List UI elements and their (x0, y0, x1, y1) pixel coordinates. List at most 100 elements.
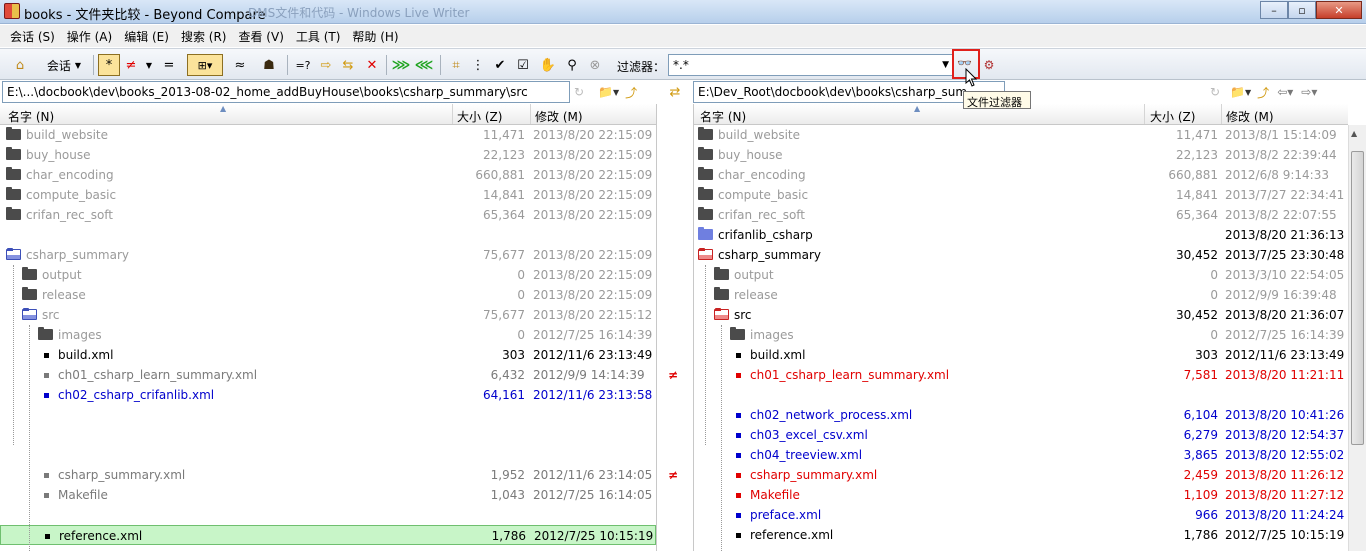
filter-options-icon[interactable]: ⚙ (980, 54, 998, 76)
file-row[interactable]: src 30,452 2013/8/20 21:36:07 (694, 305, 1348, 325)
refresh-icon[interactable]: ↻ (1210, 85, 1220, 99)
menu-view[interactable]: 查看 (V) (232, 28, 289, 45)
show-diffs-icon[interactable]: ≠ (122, 54, 140, 76)
sync-right-icon[interactable]: ⋙ (390, 54, 412, 76)
file-row[interactable]: char_encoding 660,881 2013/8/20 22:15:09 (0, 165, 656, 185)
file-row[interactable]: buy_house 22,123 2013/8/20 22:15:09 (0, 145, 656, 165)
chevron-down-icon[interactable]: ▼ (1245, 88, 1251, 97)
file-row[interactable]: compute_basic 14,841 2013/7/27 22:34:41 (694, 185, 1348, 205)
file-row[interactable]: crifan_rec_soft 65,364 2013/8/20 22:15:09 (0, 205, 656, 225)
file-row[interactable]: csharp_summary 30,452 2013/7/25 23:30:48 (694, 245, 1348, 265)
file-row[interactable]: images 0 2012/7/25 16:14:39 (694, 325, 1348, 345)
binoculars-icon[interactable]: ⚲ (562, 54, 582, 76)
person-icon[interactable]: ☗ (257, 54, 281, 76)
file-row[interactable]: Makefile 1,109 2013/8/20 11:27:12 (694, 485, 1348, 505)
list-tree-icon[interactable]: ⋮ (468, 54, 488, 76)
file-row[interactable]: output 0 2013/3/10 22:54:05 (694, 265, 1348, 285)
file-row[interactable]: ch03_excel_csv.xml 6,279 2013/8/20 12:54:3… (694, 425, 1348, 445)
size-column-header[interactable]: 大小 (Z) (457, 108, 502, 125)
home-icon[interactable]: ⌂ (9, 54, 31, 76)
sessions-button[interactable]: 会话 ▼ (38, 54, 90, 76)
file-row[interactable]: release 0 2012/9/9 16:39:48 (694, 285, 1348, 305)
file-row[interactable]: ch02_network_process.xml 6,104 2013/8/20 1… (694, 405, 1348, 425)
minor-diff-icon[interactable]: ≈ (229, 54, 251, 76)
parent-folder-icon[interactable]: ⤴ (1257, 84, 1269, 101)
menu-help[interactable]: 帮助 (H) (346, 28, 404, 45)
menu-edit[interactable]: 编辑 (E) (118, 28, 175, 45)
folder-tree-icon[interactable]: ⌗ (446, 54, 466, 76)
name-column-header[interactable]: 名字 (N) (700, 108, 746, 125)
file-row[interactable]: images 0 2012/7/25 16:14:39 (0, 325, 656, 345)
file-row[interactable]: ch01_csharp_learn_summary.xml 7,581 2013/8… (694, 365, 1348, 385)
filter-input[interactable]: *.* ▼ (668, 54, 953, 76)
file-icon (44, 373, 49, 378)
left-file-pane[interactable]: build_website 11,471 2013/8/20 22:15:09 buy… (0, 125, 656, 551)
file-row[interactable]: build_website 11,471 2013/8/20 22:15:09 (0, 125, 656, 145)
menu-tools[interactable]: 工具 (T) (290, 28, 347, 45)
column-divider[interactable] (1144, 104, 1145, 124)
file-row[interactable]: compute_basic 14,841 2013/8/20 22:15:09 (0, 185, 656, 205)
file-row[interactable]: reference.xml 1,786 2012/7/25 10:15:19 (0, 525, 656, 545)
left-path-input[interactable]: E:\...\docbook\dev\books_2013-08-02_home… (2, 81, 570, 103)
file-row[interactable]: buy_house 22,123 2013/8/2 22:39:44 (694, 145, 1348, 165)
file-row[interactable]: output 0 2013/8/20 22:15:09 (0, 265, 656, 285)
file-row[interactable]: build_website 11,471 2013/8/1 15:14:09 (694, 125, 1348, 145)
parent-folder-icon[interactable]: ⤴ (625, 84, 637, 101)
compare-icon[interactable]: =? (291, 54, 315, 76)
refresh-icon[interactable]: ↻ (574, 85, 584, 99)
column-divider[interactable] (452, 104, 453, 124)
file-row[interactable]: release 0 2013/8/20 22:15:09 (0, 285, 656, 305)
copy-right-icon[interactable]: ⇨ (317, 54, 335, 76)
menu-search[interactable]: 搜索 (R) (175, 28, 233, 45)
chevron-down-icon[interactable]: ▼ (142, 54, 156, 76)
file-row[interactable]: reference.xml 1,786 2012/7/25 10:15:19 (694, 525, 1348, 545)
file-row[interactable]: Makefile 1,043 2012/7/25 16:14:05 (0, 485, 656, 505)
menu-session[interactable]: 会话 (S) (4, 28, 61, 45)
file-row[interactable]: ch01_csharp_learn_summary.xml 6,432 2012/9… (0, 365, 656, 385)
file-row[interactable]: crifan_rec_soft 65,364 2013/8/2 22:07:55 (694, 205, 1348, 225)
scrollbar-thumb[interactable] (1351, 151, 1364, 445)
close-button[interactable]: ✕ (1316, 1, 1362, 19)
size-column-header[interactable]: 大小 (Z) (1150, 108, 1195, 125)
forward-icon[interactable]: ⇨▾ (1301, 85, 1317, 99)
back-icon[interactable]: ⇦▾ (1277, 85, 1293, 99)
swap-sides-icon[interactable]: ⇄ (664, 83, 686, 101)
stop-icon[interactable]: ⊗ (585, 54, 605, 76)
file-row[interactable]: csharp_summary.xml 1,952 2012/11/6 23:14:0… (0, 465, 656, 485)
expand-folders-icon[interactable]: ⊞▾ (187, 54, 223, 76)
date-column-header[interactable]: 修改 (M) (1226, 108, 1274, 125)
show-same-icon[interactable]: = (158, 54, 180, 76)
delete-icon[interactable]: ✕ (362, 54, 382, 76)
maximize-button[interactable]: ▫ (1288, 1, 1316, 19)
sync-left-icon[interactable]: ⋘ (413, 54, 435, 76)
column-divider[interactable] (530, 104, 531, 124)
minimize-button[interactable]: – (1260, 1, 1288, 19)
checklist-icon[interactable]: ☑ (513, 54, 533, 76)
folder-browse-icon[interactable]: 📁 (598, 85, 613, 99)
swap-icon[interactable]: ⇆ (338, 54, 358, 76)
right-file-pane[interactable]: build_website 11,471 2013/8/1 15:14:09 buy_… (694, 125, 1348, 551)
show-all-icon[interactable]: * (98, 54, 120, 76)
hand-icon[interactable]: ✋ (538, 54, 558, 76)
chevron-down-icon[interactable]: ▼ (942, 60, 949, 70)
menu-actions[interactable]: 操作 (A) (61, 28, 118, 45)
file-row[interactable]: char_encoding 660,881 2012/6/8 9:14:33 (694, 165, 1348, 185)
folder-browse-icon[interactable]: 📁 (1230, 85, 1245, 99)
scroll-up-icon[interactable]: ▲ (1351, 129, 1357, 138)
file-row[interactable]: ch02_csharp_crifanlib.xml 64,161 2012/11/6… (0, 385, 656, 405)
file-row[interactable]: crifanlib_csharp 2013/8/20 21:36:13 (694, 225, 1348, 245)
file-row[interactable]: build.xml 303 2012/11/6 23:13:49 (0, 345, 656, 365)
file-row[interactable]: src 75,677 2013/8/20 22:15:12 (0, 305, 656, 325)
file-row[interactable]: csharp_summary 75,677 2013/8/20 22:15:09 (0, 245, 656, 265)
file-row[interactable]: build.xml 303 2012/11/6 23:13:49 (694, 345, 1348, 365)
file-row[interactable]: csharp_summary.xml 2,459 2013/8/20 11:26:1… (694, 465, 1348, 485)
right-path-input[interactable]: E:\Dev_Root\docbook\dev\books\csharp_sum (693, 81, 1005, 103)
column-divider[interactable] (1221, 104, 1222, 124)
file-row[interactable]: ch04_treeview.xml 3,865 2013/8/20 12:55:02 (694, 445, 1348, 465)
file-row[interactable]: preface.xml 966 2013/8/20 11:24:24 (694, 505, 1348, 525)
chevron-down-icon[interactable]: ▼ (613, 88, 619, 97)
checkmark-icon[interactable]: ✔ (490, 54, 510, 76)
date-column-header[interactable]: 修改 (M) (535, 108, 583, 125)
name-column-header[interactable]: 名字 (N) (8, 108, 54, 125)
vertical-scrollbar[interactable]: ▲ (1348, 125, 1366, 551)
